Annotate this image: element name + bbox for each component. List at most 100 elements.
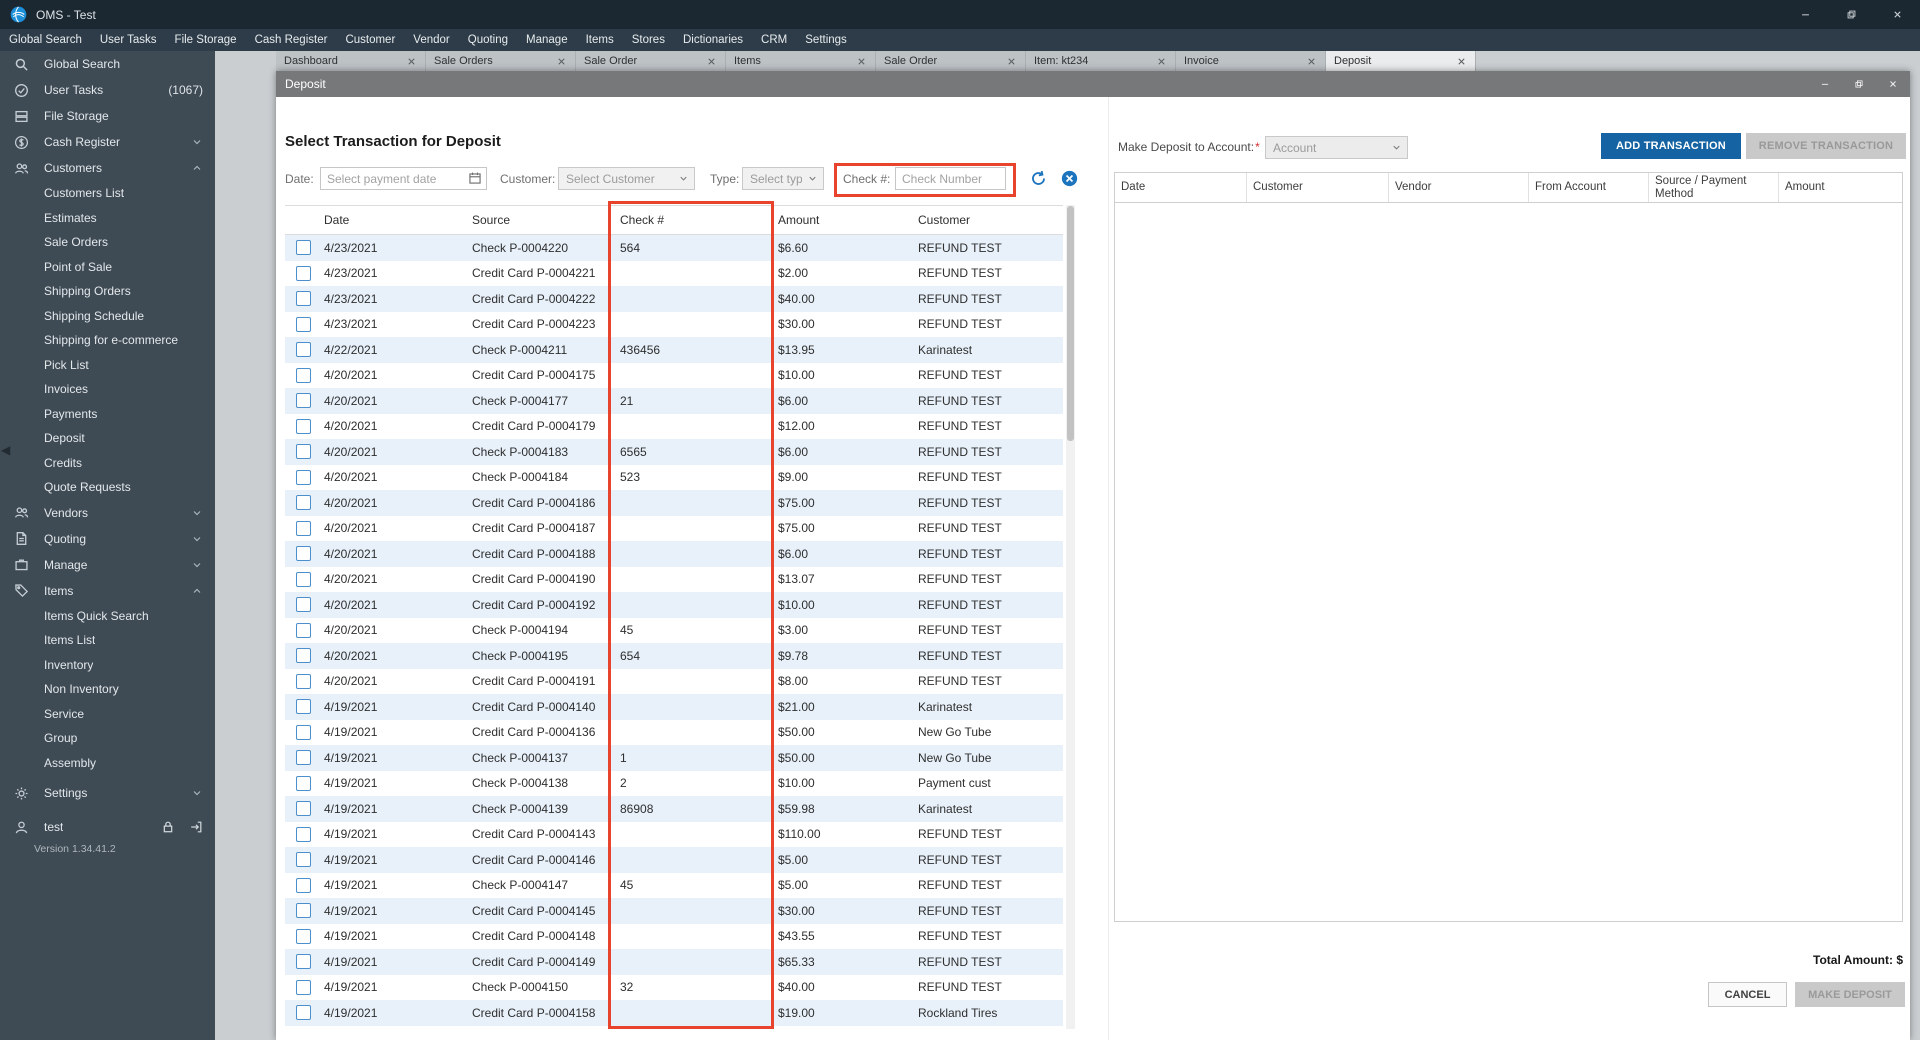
inner-close-button[interactable] [1876, 71, 1910, 97]
customer-filter-dropdown[interactable]: Select Customer [558, 167, 695, 190]
row-checkbox[interactable] [295, 699, 311, 715]
row-checkbox[interactable] [295, 928, 311, 944]
sidebar-item-settings[interactable]: Settings [0, 780, 215, 806]
sidebar-item-shipping-schedule[interactable]: Shipping Schedule [0, 304, 215, 329]
sidebar-item-quote-requests[interactable]: Quote Requests [0, 475, 215, 500]
row-checkbox[interactable] [295, 954, 311, 970]
close-icon[interactable] [556, 56, 567, 67]
transaction-row[interactable]: 4/20/2021 Check P-0004183 6565 $6.00 REFUND … [285, 439, 1063, 465]
tab-sale-orders[interactable]: Sale Orders [426, 51, 576, 71]
transaction-row[interactable]: 4/19/2021 Credit Card P-0004149 $65.33 REFU… [285, 949, 1063, 975]
sidebar-item-non-inventory[interactable]: Non Inventory [0, 677, 215, 702]
sidebar-item-manage[interactable]: Manage [0, 552, 215, 578]
transaction-row[interactable]: 4/19/2021 Check P-0004139 86908 $59.98 Karin… [285, 796, 1063, 822]
transaction-row[interactable]: 4/19/2021 Credit Card P-0004140 $21.00 Kari… [285, 694, 1063, 720]
transaction-row[interactable]: 4/20/2021 Check P-0004184 523 $9.00 REFUND T… [285, 465, 1063, 491]
inner-restore-button[interactable] [1842, 71, 1876, 97]
transaction-row[interactable]: 4/20/2021 Credit Card P-0004192 $10.00 REFU… [285, 592, 1063, 618]
make-deposit-button[interactable]: MAKE DEPOSIT [1795, 982, 1905, 1007]
sidebar-item-assembly[interactable]: Assembly [0, 751, 215, 776]
row-checkbox[interactable] [295, 546, 311, 562]
menu-item-global-search[interactable]: Global Search [0, 29, 91, 51]
transaction-row[interactable]: 4/23/2021 Credit Card P-0004223 $30.00 REFU… [285, 312, 1063, 338]
sidebar-item-customers[interactable]: Customers [0, 155, 215, 181]
tab-deposit[interactable]: Deposit [1326, 51, 1476, 71]
row-checkbox[interactable] [295, 342, 311, 358]
check-number-input[interactable] [895, 167, 1006, 190]
transaction-row[interactable]: 4/20/2021 Credit Card P-0004186 $75.00 REFU… [285, 490, 1063, 516]
sidebar-item-invoices[interactable]: Invoices [0, 377, 215, 402]
close-icon[interactable] [856, 56, 867, 67]
sidebar-item-service[interactable]: Service [0, 702, 215, 727]
close-icon[interactable] [1156, 56, 1167, 67]
transaction-row[interactable]: 4/19/2021 Check P-0004137 1 $50.00 New Go Tu… [285, 745, 1063, 771]
tab-item-kt234[interactable]: Item: kt234 [1026, 51, 1176, 71]
row-checkbox[interactable] [295, 495, 311, 511]
transaction-row[interactable]: 4/20/2021 Credit Card P-0004191 $8.00 REFUN… [285, 669, 1063, 695]
date-filter-input[interactable] [320, 167, 487, 190]
transaction-row[interactable]: 4/19/2021 Credit Card P-0004143 $110.00 REF… [285, 822, 1063, 848]
scrollbar-thumb[interactable] [1067, 206, 1074, 441]
row-checkbox[interactable] [295, 903, 311, 919]
sidebar-item-vendors[interactable]: Vendors [0, 500, 215, 526]
close-icon[interactable] [706, 56, 717, 67]
close-icon[interactable] [406, 56, 417, 67]
transaction-row[interactable]: 4/20/2021 Credit Card P-0004190 $13.07 REFU… [285, 567, 1063, 593]
tab-items[interactable]: Items [726, 51, 876, 71]
transaction-row[interactable]: 4/23/2021 Credit Card P-0004222 $40.00 REFU… [285, 286, 1063, 312]
menu-item-vendor[interactable]: Vendor [404, 29, 458, 51]
row-checkbox[interactable] [295, 622, 311, 638]
sidebar-item-pick-list[interactable]: Pick List [0, 353, 215, 378]
close-button[interactable] [1874, 0, 1920, 29]
add-transaction-button[interactable]: ADD TRANSACTION [1601, 133, 1741, 159]
transaction-row[interactable]: 4/20/2021 Credit Card P-0004188 $6.00 REFUN… [285, 541, 1063, 567]
deposit-account-dropdown[interactable]: Account [1265, 136, 1408, 159]
sidebar-item-global-search[interactable]: Global Search [0, 51, 215, 77]
row-checkbox[interactable] [295, 367, 311, 383]
tab-sale-order[interactable]: Sale Order [576, 51, 726, 71]
logout-icon[interactable] [189, 820, 203, 834]
row-checkbox[interactable] [295, 571, 311, 587]
transaction-row[interactable]: 4/20/2021 Credit Card P-0004187 $75.00 REFU… [285, 516, 1063, 542]
transaction-row[interactable]: 4/20/2021 Check P-0004177 21 $6.00 REFUND TE… [285, 388, 1063, 414]
row-checkbox[interactable] [295, 673, 311, 689]
sidebar-item-file-storage[interactable]: File Storage [0, 103, 215, 129]
row-checkbox[interactable] [295, 418, 311, 434]
row-checkbox[interactable] [295, 265, 311, 281]
sidebar-item-quoting[interactable]: Quoting [0, 526, 215, 552]
sidebar-item-group[interactable]: Group [0, 726, 215, 751]
transaction-row[interactable]: 4/19/2021 Check P-0004150 32 $40.00 REFUND T… [285, 975, 1063, 1001]
close-icon[interactable] [1306, 56, 1317, 67]
lock-icon[interactable] [161, 820, 175, 834]
transaction-row[interactable]: 4/20/2021 Credit Card P-0004175 $10.00 REFU… [285, 363, 1063, 389]
transaction-row[interactable]: 4/19/2021 Credit Card P-0004136 $50.00 New … [285, 720, 1063, 746]
sidebar-item-shipping-for-e-commerce[interactable]: Shipping for e-commerce [0, 328, 215, 353]
sidebar-user-row[interactable]: test [0, 814, 215, 840]
row-checkbox[interactable] [295, 393, 311, 409]
row-checkbox[interactable] [295, 469, 311, 485]
sidebar-item-inventory[interactable]: Inventory [0, 653, 215, 678]
transaction-row[interactable]: 4/19/2021 Credit Card P-0004145 $30.00 REFU… [285, 898, 1063, 924]
remove-transaction-button[interactable]: REMOVE TRANSACTION [1746, 133, 1906, 159]
row-checkbox[interactable] [295, 724, 311, 740]
sidebar-item-sale-orders[interactable]: Sale Orders [0, 230, 215, 255]
menu-item-crm[interactable]: CRM [752, 29, 796, 51]
minimize-button[interactable] [1782, 0, 1828, 29]
row-checkbox[interactable] [295, 444, 311, 460]
row-checkbox[interactable] [295, 826, 311, 842]
menu-item-manage[interactable]: Manage [517, 29, 577, 51]
transaction-row[interactable]: 4/19/2021 Check P-0004138 2 $10.00 Payment c… [285, 771, 1063, 797]
vertical-scrollbar[interactable] [1066, 205, 1075, 1029]
sidebar-collapse-arrow[interactable]: ◀ [1, 443, 10, 457]
menu-item-quoting[interactable]: Quoting [459, 29, 517, 51]
menu-item-items[interactable]: Items [577, 29, 623, 51]
row-checkbox[interactable] [295, 597, 311, 613]
calendar-icon[interactable] [468, 171, 482, 185]
row-checkbox[interactable] [295, 801, 311, 817]
sidebar-item-payments[interactable]: Payments [0, 402, 215, 427]
transaction-row[interactable]: 4/19/2021 Credit Card P-0004158 $19.00 Rock… [285, 1000, 1063, 1026]
menu-item-settings[interactable]: Settings [796, 29, 856, 51]
sidebar-item-estimates[interactable]: Estimates [0, 206, 215, 231]
row-checkbox[interactable] [295, 648, 311, 664]
menu-item-stores[interactable]: Stores [623, 29, 674, 51]
